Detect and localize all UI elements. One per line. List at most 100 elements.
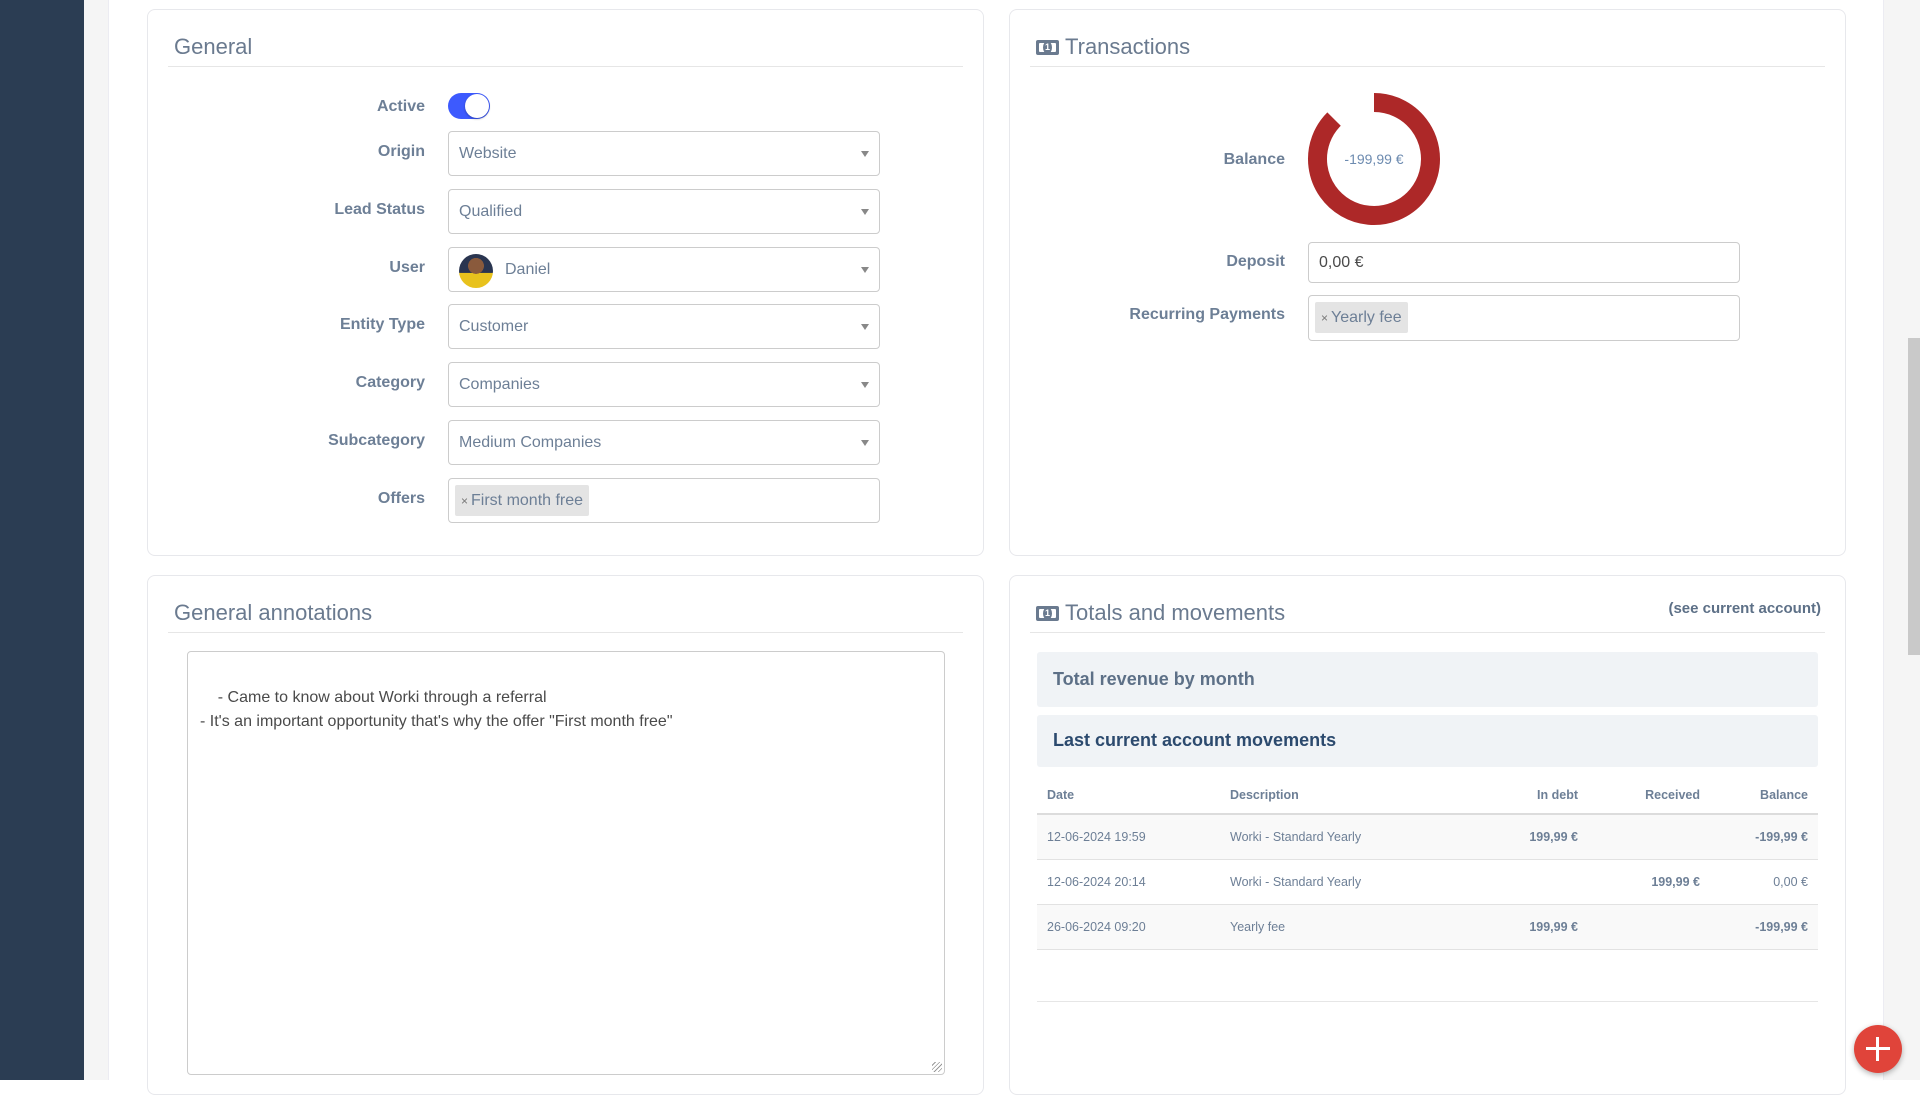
select-value: Website: [459, 145, 517, 162]
cell-description: Worki - Standard Yearly: [1220, 814, 1470, 860]
tag-remove-icon[interactable]: ×: [461, 494, 468, 508]
select-value: Medium Companies: [459, 434, 602, 451]
balance-donut: -199,99 €: [1308, 93, 1440, 225]
divider: [168, 66, 963, 67]
money-bill-icon: [1036, 39, 1059, 55]
field-row-user: User Daniel: [148, 247, 983, 292]
content-gutter-left: [84, 0, 109, 1080]
chevron-down-icon: [861, 382, 869, 388]
movements-table: Date Description In debt Received Balanc…: [1037, 776, 1818, 950]
movements-panel-title: Last current account movements: [1053, 730, 1337, 750]
general-title-text: General: [174, 34, 253, 59]
balance-label: Balance: [1223, 151, 1285, 168]
field-label: User: [389, 259, 425, 276]
col-date: Date: [1037, 776, 1220, 815]
subcategory-select[interactable]: Medium Companies: [448, 420, 880, 465]
col-received: Received: [1588, 776, 1710, 815]
cell-received: [1588, 904, 1710, 950]
field-label: Origin: [377, 143, 425, 160]
field-label: Category: [355, 374, 425, 391]
divider: [1030, 632, 1825, 633]
origin-select[interactable]: Website: [448, 131, 880, 176]
cell-balance: -199,99 €: [1710, 814, 1818, 860]
revenue-by-month-panel[interactable]: Total revenue by month: [1037, 652, 1818, 707]
field-row-offers: Offers × First month free: [148, 478, 983, 523]
deposit-label: Deposit: [1226, 253, 1285, 270]
recurring-tag: × Yearly fee: [1315, 302, 1408, 333]
table-row: 26-06-2024 09:20 Yearly fee 199,99 € -199,9…: [1037, 904, 1818, 950]
chevron-down-icon: [861, 440, 869, 446]
field-row-subcategory: Subcategory Medium Companies: [148, 420, 983, 465]
select-value: Customer: [459, 318, 529, 335]
general-title: General: [174, 34, 252, 60]
table-footer-divider: [1037, 1001, 1818, 1002]
entity-type-select[interactable]: Customer: [448, 304, 880, 349]
deposit-value: 0,00 €: [1319, 254, 1364, 271]
divider: [1030, 66, 1825, 67]
balance-donut-value: -199,99 €: [1344, 151, 1403, 167]
sidebar: [0, 0, 84, 1080]
user-avatar: [459, 254, 493, 288]
cell-received: [1588, 814, 1710, 860]
field-label: Entity Type: [339, 316, 425, 333]
chevron-down-icon: [861, 324, 869, 330]
recurring-tag-label: Yearly fee: [1331, 309, 1402, 326]
annotations-textarea[interactable]: - Came to know about Worki through a ref…: [187, 651, 945, 1075]
field-label: Subcategory: [328, 432, 425, 449]
field-row-lead-status: Lead Status Qualified: [148, 189, 983, 234]
chevron-down-icon: [861, 209, 869, 215]
user-select[interactable]: Daniel: [448, 247, 880, 292]
recurring-payments-label: Recurring Payments: [1129, 306, 1285, 323]
chevron-down-icon: [861, 151, 869, 157]
cell-description: Worki - Standard Yearly: [1220, 859, 1470, 905]
category-select[interactable]: Companies: [448, 362, 880, 407]
annotations-title-text: General annotations: [174, 600, 373, 625]
scrollbar-thumb[interactable]: [1908, 338, 1920, 655]
field-row-origin: Origin Website: [148, 131, 983, 176]
deposit-input[interactable]: 0,00 €: [1308, 242, 1740, 283]
offers-tags-input[interactable]: × First month free: [448, 478, 880, 523]
cell-date: 26-06-2024 09:20: [1037, 904, 1220, 950]
field-row-entity-type: Entity Type Customer: [148, 304, 983, 349]
money-bill-icon: [1036, 605, 1059, 621]
toggle-knob: [465, 94, 489, 118]
col-in-debt: In debt: [1470, 776, 1588, 815]
cell-balance: 0,00 €: [1710, 859, 1818, 905]
cell-in-debt: [1470, 859, 1588, 905]
field-label: Offers: [377, 490, 425, 507]
offer-tag-label: First month free: [471, 492, 584, 509]
cell-received: 199,99 €: [1588, 859, 1710, 905]
transactions-title-text: Transactions: [1065, 34, 1191, 59]
select-value: Qualified: [459, 203, 523, 220]
chevron-down-icon: [861, 267, 869, 273]
content-gutter-right: [1883, 0, 1907, 1080]
active-label: Active: [376, 98, 425, 115]
revenue-panel-title: Total revenue by month: [1053, 669, 1255, 689]
cell-description: Yearly fee: [1220, 904, 1470, 950]
table-header-row: Date Description In debt Received Balanc…: [1037, 776, 1818, 815]
tag-remove-icon[interactable]: ×: [1321, 311, 1328, 325]
see-current-account-link[interactable]: (see current account): [1668, 600, 1821, 617]
active-toggle[interactable]: [448, 93, 490, 119]
cell-in-debt: 199,99 €: [1470, 904, 1588, 950]
resize-handle-icon[interactable]: [932, 1062, 942, 1072]
transactions-title: Transactions: [1036, 34, 1190, 60]
annotations-text: - Came to know about Worki through a ref…: [200, 689, 673, 730]
select-value: Daniel: [505, 261, 551, 278]
select-value: Companies: [459, 376, 540, 393]
col-description: Description: [1220, 776, 1470, 815]
recurring-payments-input[interactable]: × Yearly fee: [1308, 295, 1740, 341]
add-fab-button[interactable]: [1854, 1025, 1902, 1073]
cell-balance: -199,99 €: [1710, 904, 1818, 950]
totals-title: Totals and movements: [1036, 600, 1285, 626]
lead-status-select[interactable]: Qualified: [448, 189, 880, 234]
field-label: Lead Status: [334, 201, 425, 218]
table-row: 12-06-2024 20:14 Worki - Standard Yearly 1…: [1037, 859, 1818, 905]
col-balance: Balance: [1710, 776, 1818, 815]
offer-tag: × First month free: [455, 485, 590, 516]
field-row-category: Category Companies: [148, 362, 983, 407]
divider: [168, 632, 963, 633]
transactions-card: Transactions Balance -199,99 € Deposit 0…: [1009, 9, 1846, 556]
movements-panel[interactable]: Last current account movements: [1037, 715, 1818, 767]
annotations-title: General annotations: [174, 600, 372, 626]
